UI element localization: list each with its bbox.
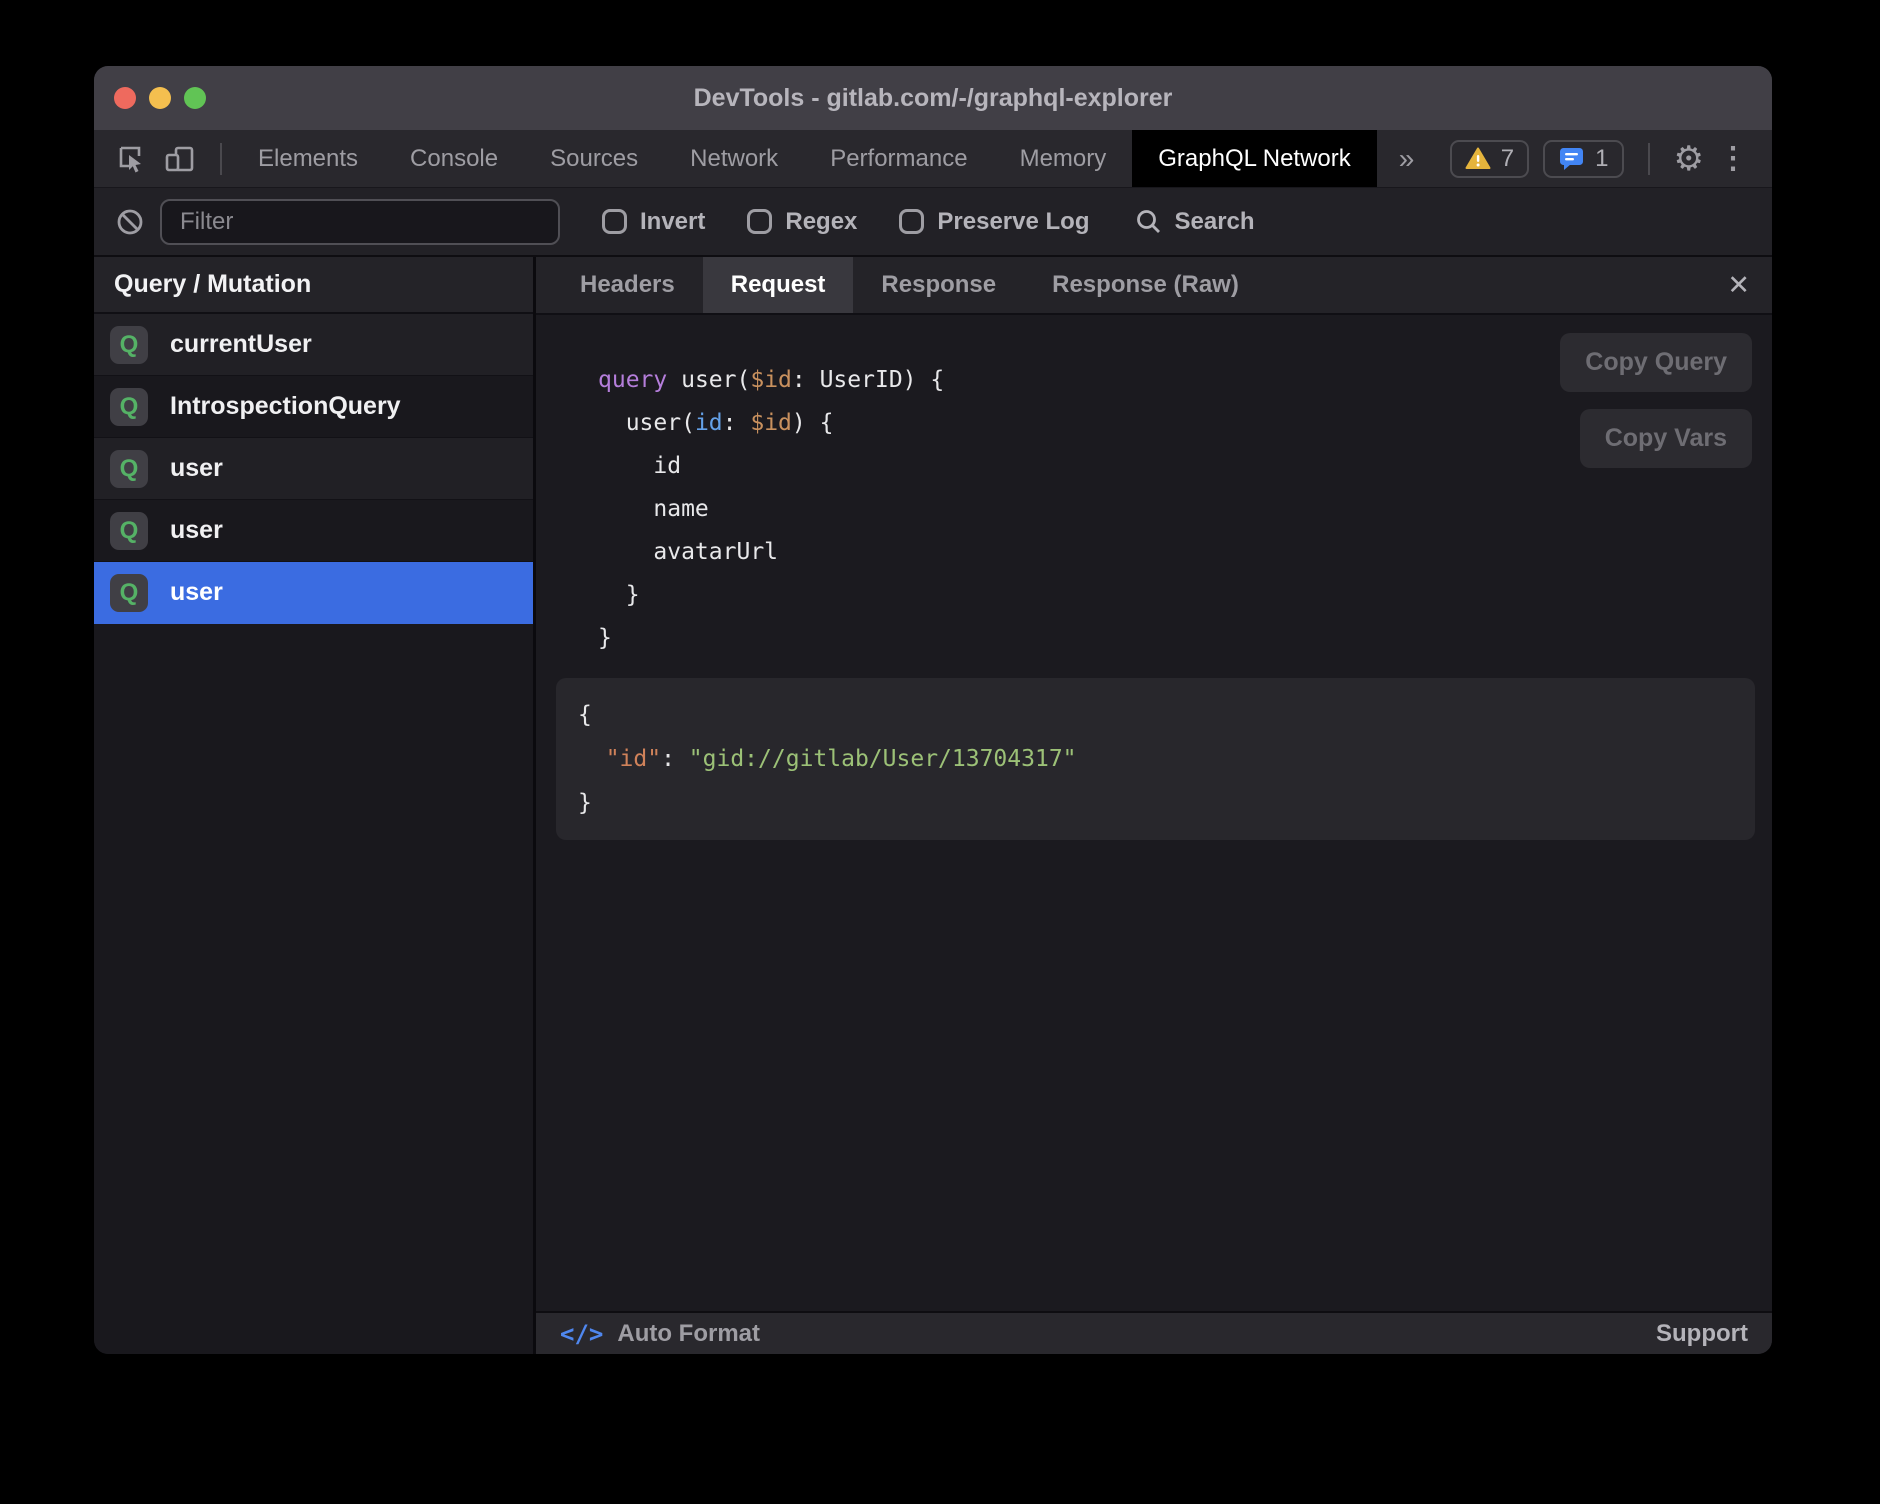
support-link[interactable]: Support [1656,1320,1748,1348]
copy-vars-button[interactable]: Copy Vars [1580,409,1752,468]
preserve-log-checkbox[interactable] [899,209,924,234]
title-bar: DevTools - gitlab.com/-/graphql-explorer [94,66,1772,130]
list-item-user-2[interactable]: Q user [94,500,533,562]
more-tabs-icon[interactable]: » [1377,130,1437,187]
gear-icon[interactable]: ⚙ [1674,142,1704,176]
content-area: Query / Mutation Q currentUser Q Introsp… [94,257,1772,1354]
search-label: Search [1174,208,1254,236]
toolbar-separator [1648,143,1650,175]
code-tag-icon: </> [560,1320,603,1348]
tab-elements[interactable]: Elements [232,130,384,187]
request-view: Copy Query Copy Vars query user($id: Use… [536,315,1772,1311]
tab-sources[interactable]: Sources [524,130,664,187]
invert-checkbox-group[interactable]: Invert [602,208,705,236]
search-icon [1135,208,1162,235]
device-toolbar-icon[interactable] [160,139,200,179]
list-item-introspectionquery[interactable]: Q IntrospectionQuery [94,376,533,438]
preserve-log-label: Preserve Log [937,208,1089,236]
auto-format-button[interactable]: Auto Format [617,1320,760,1348]
filter-bar: Invert Regex Preserve Log Search [94,188,1772,257]
warnings-badge[interactable]: 7 [1450,140,1529,178]
window-title: DevTools - gitlab.com/-/graphql-explorer [694,84,1173,113]
maximize-window-button[interactable] [184,87,206,109]
warning-icon [1465,147,1491,170]
message-count: 1 [1595,145,1608,173]
detail-tab-bar: Headers Request Response Response (Raw) … [536,257,1772,315]
query-type-icon: Q [110,388,148,426]
query-type-icon: Q [110,574,148,612]
tab-network[interactable]: Network [664,130,804,187]
detail-footer: </> Auto Format Support [536,1311,1772,1354]
message-icon [1558,146,1585,171]
devtools-window: DevTools - gitlab.com/-/graphql-explorer… [94,66,1772,1354]
tab-performance[interactable]: Performance [804,130,993,187]
preserve-log-checkbox-group[interactable]: Preserve Log [899,208,1089,236]
list-item-label: user [170,454,223,483]
panel-tabs: Elements Console Sources Network Perform… [232,130,1377,187]
copy-query-button[interactable]: Copy Query [1560,333,1752,392]
toolbar-left-icons [94,130,210,187]
tab-response[interactable]: Response [853,257,1024,313]
search-control[interactable]: Search [1135,208,1254,236]
inspect-element-icon[interactable] [112,139,152,179]
query-type-icon: Q [110,512,148,550]
clear-filter-icon[interactable] [116,208,144,236]
issues-badge[interactable]: 1 [1543,140,1623,178]
filter-input[interactable] [160,199,560,245]
list-item-currentuser[interactable]: Q currentUser [94,314,533,376]
query-variables-box: { "id": "gid://gitlab/User/13704317"} [556,678,1755,840]
list-item-label: IntrospectionQuery [170,392,401,421]
invert-label: Invert [640,208,705,236]
close-icon[interactable]: ✕ [1727,257,1750,313]
list-item-user-selected[interactable]: Q user [94,562,533,624]
tab-response-raw[interactable]: Response (Raw) [1024,257,1267,313]
tab-request[interactable]: Request [703,257,854,313]
regex-checkbox[interactable] [747,209,772,234]
close-window-button[interactable] [114,87,136,109]
list-item-label: user [170,516,223,545]
traffic-lights [114,66,206,130]
toolbar-separator [220,143,222,175]
tab-memory[interactable]: Memory [994,130,1133,187]
query-list-sidebar: Query / Mutation Q currentUser Q Introsp… [94,257,536,1354]
overflow-menu-icon[interactable]: ⋮ [1718,141,1748,176]
query-type-icon: Q [110,450,148,488]
tab-headers[interactable]: Headers [552,257,703,313]
query-type-icon: Q [110,326,148,364]
list-item-user-1[interactable]: Q user [94,438,533,500]
toolbar-right: 7 1 ⚙ ⋮ [1450,130,1772,187]
detail-panel: Headers Request Response Response (Raw) … [536,257,1772,1354]
list-item-label: user [170,578,223,607]
tab-graphql-network[interactable]: GraphQL Network [1132,130,1377,187]
warning-count: 7 [1501,145,1514,173]
list-item-label: currentUser [170,330,312,359]
sidebar-header: Query / Mutation [94,257,533,314]
regex-label: Regex [785,208,857,236]
minimize-window-button[interactable] [149,87,171,109]
devtools-toolbar: Elements Console Sources Network Perform… [94,130,1772,188]
tab-console[interactable]: Console [384,130,524,187]
regex-checkbox-group[interactable]: Regex [747,208,857,236]
invert-checkbox[interactable] [602,209,627,234]
copy-button-group: Copy Query Copy Vars [1560,333,1752,468]
